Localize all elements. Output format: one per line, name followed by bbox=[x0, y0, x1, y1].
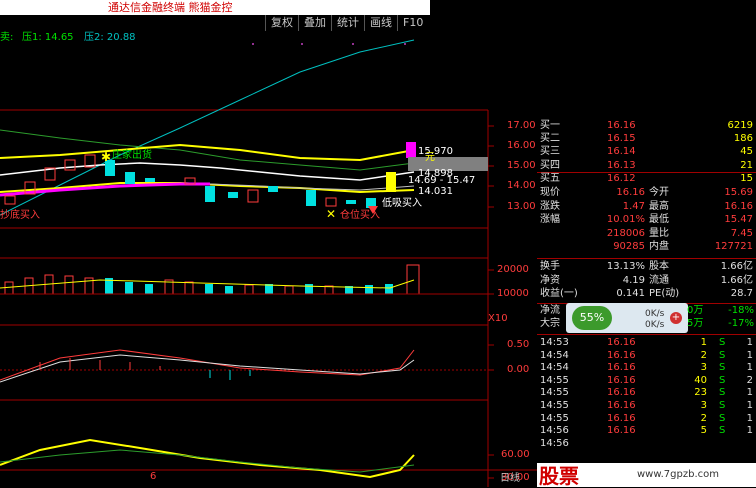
flow-value: 5万 bbox=[687, 318, 704, 329]
price-axis-label: 17.00 bbox=[507, 120, 536, 131]
annotation-low: 14.031 bbox=[418, 186, 453, 197]
stat-value: 127721 bbox=[714, 241, 753, 252]
order-price: 16.12 bbox=[607, 172, 636, 184]
annotation-dibu: 低吸买入 bbox=[382, 198, 422, 209]
tick-row: 14:56 bbox=[537, 436, 756, 451]
price-axis-label: 16.00 bbox=[507, 140, 536, 151]
watermark-cn: 股票 bbox=[539, 464, 579, 488]
price-axis-label: 13.00 bbox=[507, 201, 536, 212]
bottom-num: 6 bbox=[150, 471, 157, 482]
indicator-prefix: 卖: bbox=[0, 32, 14, 43]
order-row: 买五 16.12 15 bbox=[537, 171, 756, 186]
stat-label: PE(动) bbox=[649, 288, 680, 299]
fuquan-button[interactable]: 复权 bbox=[265, 15, 298, 31]
stat-label: 收益(一) bbox=[540, 288, 578, 299]
toolbar: 复权 叠加 统计 画线 F10 bbox=[260, 15, 430, 31]
order-label: 买五 bbox=[540, 172, 560, 184]
kline-chart[interactable]: ✱ ✕ bbox=[0, 0, 537, 487]
annotation-hi: 15.970 bbox=[418, 146, 453, 157]
flow-label: 大宗 bbox=[540, 318, 560, 329]
volume-unit: X10 bbox=[488, 313, 508, 324]
kdj-axis-label: 60.00 bbox=[501, 449, 530, 460]
annotation-cangwei: 仓位买入 bbox=[340, 210, 380, 221]
macd-axis-label: 0.50 bbox=[507, 339, 530, 350]
svg-text:✕: ✕ bbox=[326, 207, 336, 221]
f10-button[interactable]: F10 bbox=[397, 15, 428, 31]
stat-value: 28.7 bbox=[730, 288, 753, 299]
window-title: 通达信金融终端 熊猫金控 bbox=[0, 0, 430, 15]
indicator-ya2: 压2: 20.88 bbox=[84, 32, 136, 43]
watermark-url: www.7gpzb.com bbox=[637, 469, 719, 480]
macd-axis-label: 0.00 bbox=[507, 364, 530, 375]
volume-axis-label: 10000 bbox=[497, 288, 529, 299]
stat-label: 内盘 bbox=[649, 241, 669, 252]
tab-daily[interactable]: 日线 bbox=[500, 473, 520, 485]
watermark: 股票 www.7gpzb.com bbox=[537, 463, 756, 487]
draw-button[interactable]: 画线 bbox=[364, 15, 397, 31]
flow-percent: -17% bbox=[728, 318, 754, 329]
svg-text:✱: ✱ bbox=[101, 150, 111, 164]
overlay-button[interactable]: 叠加 bbox=[298, 15, 331, 31]
annotation-zhuangjia: 庄家出货 bbox=[112, 150, 152, 161]
annotation-left-buy: 抄底买入 bbox=[0, 210, 40, 221]
order-volume: 15 bbox=[740, 172, 753, 184]
price-axis-label: 15.00 bbox=[507, 160, 536, 171]
flow-row: 大宗 5万 -17% bbox=[537, 316, 756, 331]
tick-time: 14:56 bbox=[540, 437, 569, 449]
stat-value: 90285 bbox=[613, 241, 645, 252]
stat-row: 收益(一) 0.141 PE(动) 28.7 bbox=[537, 286, 756, 301]
annotation-yuan: 元 bbox=[425, 152, 435, 163]
stats-button[interactable]: 统计 bbox=[331, 15, 364, 31]
stat-value: 0.141 bbox=[616, 288, 645, 299]
price-axis-label: 14.00 bbox=[507, 180, 536, 191]
indicator-ya1: 压1: 14.65 bbox=[22, 32, 74, 43]
volume-axis-label: 20000 bbox=[497, 264, 529, 275]
stat-row: 90285 内盘 127721 bbox=[537, 239, 756, 254]
